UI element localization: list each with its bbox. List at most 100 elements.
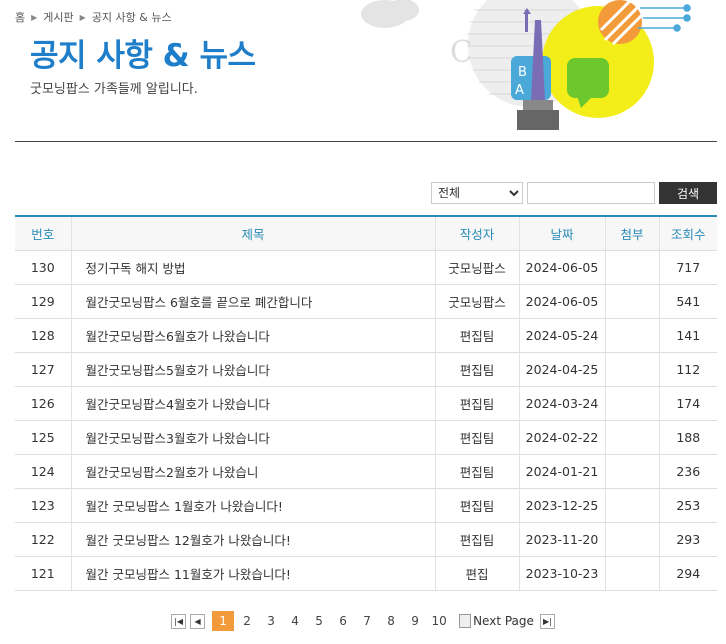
header-number: 번호	[15, 216, 71, 251]
table-row: 129 월간굿모닝팝스 6월호를 끝으로 폐간합니다 굿모닝팝스 2024-06-05…	[15, 284, 717, 319]
cell-date: 2024-06-05	[518, 250, 605, 285]
table-row: 126 월간굿모닝팝스4월호가 나왔습니다 편집팀 2024-03-24 174	[15, 386, 717, 421]
cell-title-link[interactable]: 월간굿모닝팝스6월호가 나왔습니다	[70, 318, 435, 353]
cell-views: 293	[658, 522, 717, 557]
cell-title-link[interactable]: 월간굿모닝팝스2월호가 나왔습니	[70, 454, 435, 489]
cell-author: 편집팀	[434, 522, 519, 557]
header-title: 제목	[70, 216, 435, 251]
cell-author: 편집팀	[434, 454, 519, 489]
cell-number: 128	[15, 318, 71, 353]
table-row: 123 월간 굿모닝팝스 1월호가 나왔습니다! 편집팀 2023-12-25 253	[15, 488, 717, 523]
table-row: 121 월간 굿모닝팝스 11월호가 나왔습니다! 편집 2023-10-23 294	[15, 556, 717, 591]
next-page-label: Next Page	[473, 614, 534, 628]
cell-date: 2024-04-25	[518, 352, 605, 387]
svg-text:C: C	[450, 35, 473, 70]
page-number-6[interactable]: 6	[332, 611, 354, 631]
cell-title-link[interactable]: 월간굿모닝팝스5월호가 나왔습니다	[70, 352, 435, 387]
cell-number: 129	[15, 284, 71, 319]
first-page-icon[interactable]: |◀	[171, 613, 187, 629]
cell-views: 253	[658, 488, 717, 523]
search-bar: 전체 검색	[431, 182, 717, 204]
broken-image-icon	[459, 614, 472, 628]
table-header-row: 번호 제목 작성자 날짜 첨부 조회수	[15, 216, 717, 251]
page-number-3[interactable]: 3	[260, 611, 282, 631]
next-page-button[interactable]: Next Page	[459, 614, 534, 628]
table-row: 127 월간굿모닝팝스5월호가 나왔습니다 편집팀 2024-04-25 112	[15, 352, 717, 387]
page-number-8[interactable]: 8	[380, 611, 402, 631]
cell-author: 편집팀	[434, 386, 519, 421]
cell-date: 2023-12-25	[518, 488, 605, 523]
cell-title-link[interactable]: 월간굿모닝팝스 6월호를 끝으로 폐간합니다	[70, 284, 435, 319]
cell-author: 편집	[434, 556, 519, 591]
cell-attachment	[604, 386, 659, 421]
page-number-9[interactable]: 9	[404, 611, 426, 631]
cell-number: 121	[15, 556, 71, 591]
cell-title-link[interactable]: 정기구독 해지 방법	[70, 250, 435, 285]
cell-views: 112	[658, 352, 717, 387]
breadcrumb-home[interactable]: 홈	[15, 9, 25, 25]
cell-author: 편집팀	[434, 488, 519, 523]
cell-number: 123	[15, 488, 71, 523]
search-button[interactable]: 검색	[659, 182, 717, 204]
cell-number: 127	[15, 352, 71, 387]
cell-title-link[interactable]: 월간 굿모닝팝스 1월호가 나왔습니다!	[70, 488, 435, 523]
cell-attachment	[604, 488, 659, 523]
cell-attachment	[604, 284, 659, 319]
page-number-7[interactable]: 7	[356, 611, 378, 631]
prev-page-icon[interactable]: ◀	[190, 613, 206, 629]
cell-author: 편집팀	[434, 420, 519, 455]
header-illustration: C B A	[355, 0, 705, 130]
breadcrumb-current: 공지 사항 & 뉴스	[91, 11, 172, 24]
cell-number: 124	[15, 454, 71, 489]
page-number-1[interactable]: 1	[212, 611, 235, 631]
cell-author: 굿모닝팝스	[434, 250, 519, 285]
search-category-select[interactable]: 전체	[431, 182, 523, 204]
cell-author: 편집팀	[434, 352, 519, 387]
table-row: 128 월간굿모닝팝스6월호가 나왔습니다 편집팀 2024-05-24 141	[15, 318, 717, 353]
cell-date: 2024-05-24	[518, 318, 605, 353]
page-number-2[interactable]: 2	[236, 611, 258, 631]
cell-views: 188	[658, 420, 717, 455]
breadcrumb-board[interactable]: 게시판	[43, 9, 73, 25]
table-row: 122 월간 굿모닝팝스 12월호가 나왔습니다! 편집팀 2023-11-20 293	[15, 522, 717, 557]
cell-number: 122	[15, 522, 71, 557]
cell-attachment	[604, 556, 659, 591]
cell-attachment	[604, 420, 659, 455]
liberty-illustration-icon: C B A	[361, 0, 691, 130]
page-number-5[interactable]: 5	[308, 611, 330, 631]
chevron-right-icon: ▶	[79, 12, 86, 22]
table-row: 130 정기구독 해지 방법 굿모닝팝스 2024-06-05 717	[15, 250, 717, 285]
svg-text:B: B	[518, 65, 527, 80]
cell-attachment	[604, 522, 659, 557]
cell-title-link[interactable]: 월간 굿모닝팝스 12월호가 나왔습니다!	[70, 522, 435, 557]
svg-text:A: A	[515, 83, 524, 98]
cell-attachment	[604, 454, 659, 489]
last-page-icon[interactable]: ▶|	[539, 613, 555, 629]
cell-title-link[interactable]: 월간 굿모닝팝스 11월호가 나왔습니다!	[70, 556, 435, 591]
cell-views: 294	[658, 556, 717, 591]
cell-attachment	[604, 250, 659, 285]
cell-number: 130	[15, 250, 71, 285]
header-date: 날짜	[518, 216, 605, 251]
cell-date: 2023-11-20	[518, 522, 605, 557]
cell-date: 2024-06-05	[518, 284, 605, 319]
cell-views: 541	[658, 284, 717, 319]
page-number-10[interactable]: 10	[428, 611, 450, 631]
cell-views: 174	[658, 386, 717, 421]
search-input[interactable]	[527, 182, 655, 204]
page-number-4[interactable]: 4	[284, 611, 306, 631]
table-row: 124 월간굿모닝팝스2월호가 나왔습니 편집팀 2024-01-21 236	[15, 454, 717, 489]
cell-attachment	[604, 352, 659, 387]
cell-date: 2023-10-23	[518, 556, 605, 591]
notice-table: 번호 제목 작성자 날짜 첨부 조회수 130 정기구독 해지 방법 굿모닝팝스 20…	[15, 215, 717, 591]
cell-title-link[interactable]: 월간굿모닝팝스3월호가 나왔습니다	[70, 420, 435, 455]
cell-title-link[interactable]: 월간굿모닝팝스4월호가 나왔습니다	[70, 386, 435, 421]
cell-date: 2024-02-22	[518, 420, 605, 455]
breadcrumb: 홈 ▶ 게시판 ▶ 공지 사항 & 뉴스	[15, 9, 172, 25]
table-row: 125 월간굿모닝팝스3월호가 나왔습니다 편집팀 2024-02-22 188	[15, 420, 717, 455]
header-author: 작성자	[434, 216, 519, 251]
header-views: 조회수	[658, 216, 717, 251]
cell-attachment	[604, 318, 659, 353]
cell-views: 141	[658, 318, 717, 353]
cell-number: 126	[15, 386, 71, 421]
